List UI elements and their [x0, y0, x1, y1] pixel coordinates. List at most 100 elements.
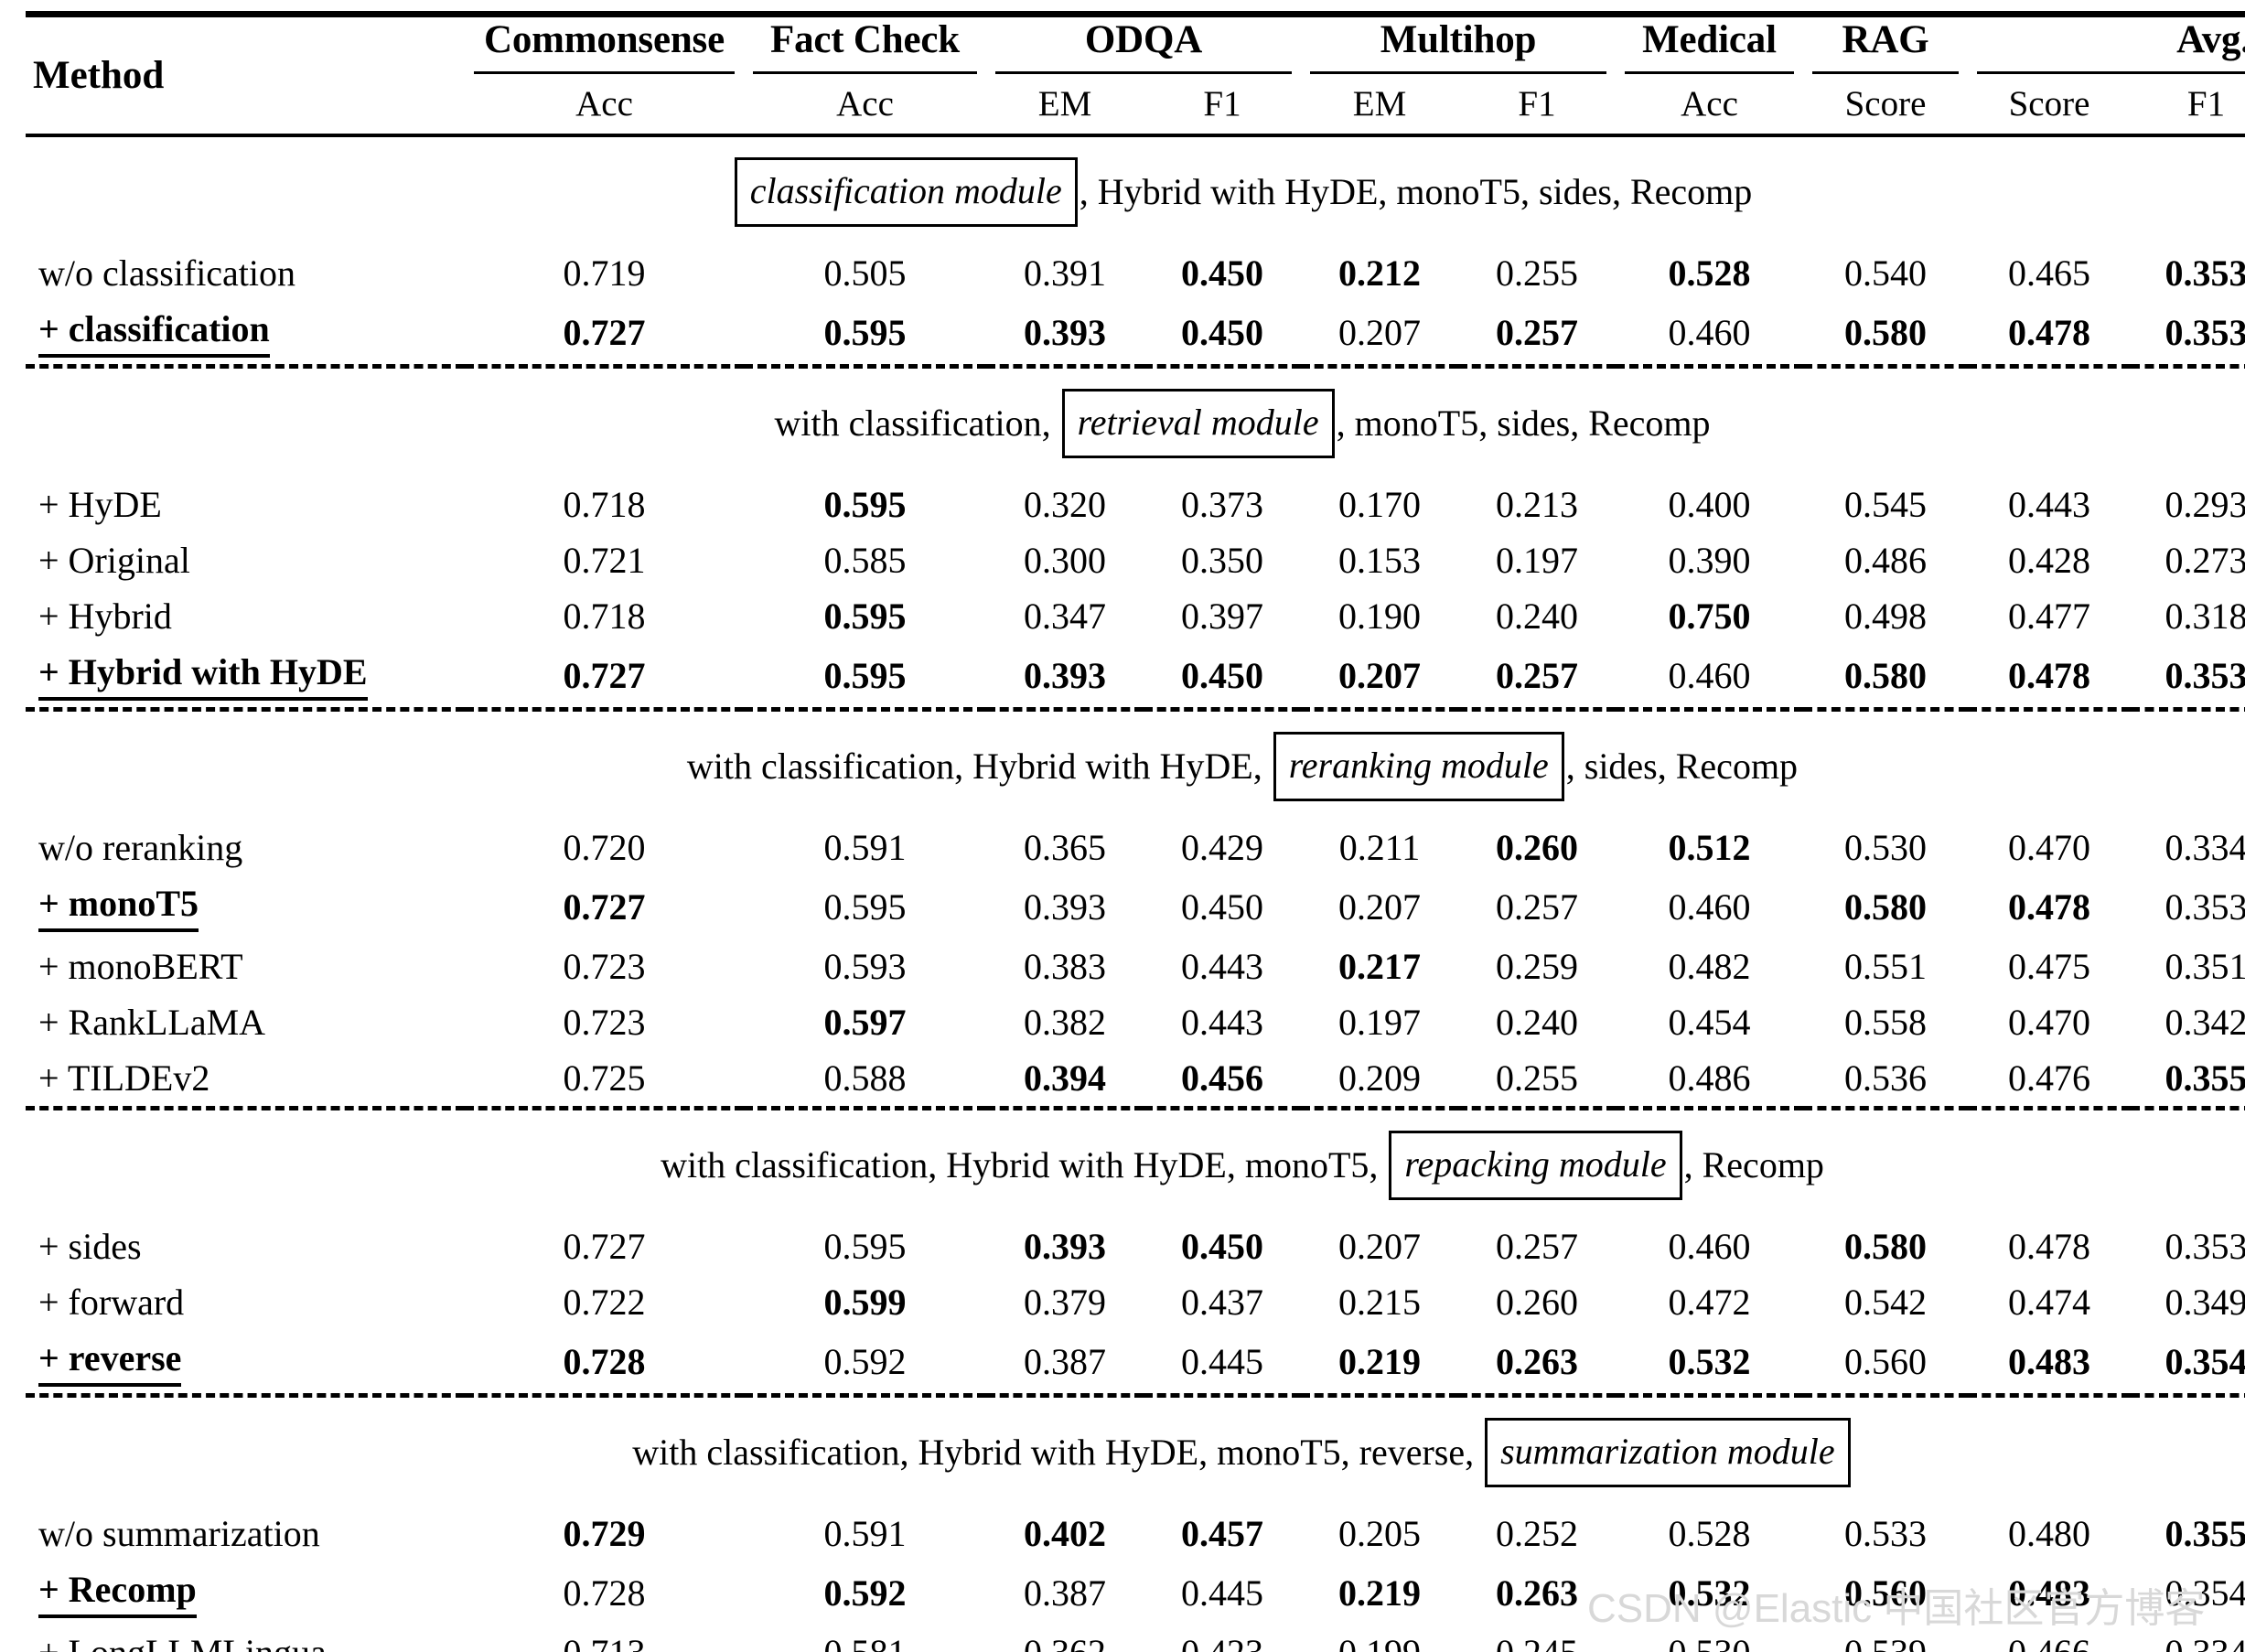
table-cell-value: 0.723: [563, 1002, 646, 1043]
row-method-label: w/o summarization: [26, 1506, 465, 1561]
table-cell-value: 0.723: [563, 946, 646, 987]
column-subheader-odqa-f1: F1: [1203, 84, 1241, 123]
table-cell-value: 0.347: [1024, 595, 1106, 637]
table-cell-value: 0.257: [1496, 1226, 1578, 1267]
table-cell-value: 0.581: [744, 1625, 986, 1652]
paper-table-page: Method Commonsense Fact Check ODQA Multihop M…: [0, 0, 2245, 1652]
table-cell-value: 0.437: [1181, 1282, 1263, 1323]
row-method-label: + RankLLaMA: [26, 994, 465, 1050]
table-cell-value: 0.211: [1338, 827, 1421, 868]
row-method-label: + reverse: [26, 1330, 465, 1396]
module-name-box: repacking module: [1389, 1131, 1682, 1200]
section-caption-row-1: classification module, Hybrid with HyDE,…: [26, 137, 2245, 245]
section-caption: with classification, retrieval module, m…: [26, 369, 2245, 477]
table-cell-value: 0.450: [1181, 655, 1263, 696]
table-cell-value: 0.460: [1668, 1226, 1751, 1267]
table-cell-value: 0.263: [1496, 1572, 1578, 1614]
table-cell-value: 0.383: [1024, 946, 1106, 987]
group-header-underline: [1812, 70, 1959, 74]
table-cell-value: 0.219: [1338, 1341, 1421, 1382]
table-cell-value: 0.393: [1024, 886, 1106, 928]
table-cell-value: 0.207: [1338, 886, 1421, 928]
table-row: + TILDEv2 0.725 0.588 0.394 0.456 0.209 0.255 0…: [26, 1050, 2245, 1109]
table-cell-value: 0.460: [1668, 886, 1751, 928]
table-cell-value: 0.474: [2008, 1282, 2090, 1323]
table-row: + RankLLaMA 0.723 0.597 0.382 0.443 0.197 0.24…: [26, 994, 2245, 1050]
table-cell-value: 0.320: [1024, 484, 1106, 525]
column-subheader-medical-acc: Acc: [1681, 84, 1738, 123]
table-cell-value: 0.475: [2008, 946, 2090, 987]
table-cell-value: 0.476: [2008, 1057, 2090, 1099]
table-row: + Original 0.721 0.585 0.300 0.350 0.153 0.197…: [26, 532, 2245, 588]
table-row: + LongLLMLingua 0.7130.5810.3620.4230.199…: [26, 1625, 2245, 1652]
table-cell-value: 0.387: [1024, 1341, 1106, 1382]
table-cell-value: 0.390: [1668, 540, 1751, 581]
table-cell-value: 0.727: [563, 312, 646, 353]
row-method-label: + Recomp: [26, 1561, 465, 1625]
row-method-label: w/o classification: [26, 245, 465, 301]
table-cell-value: 0.592: [823, 1572, 907, 1614]
method-text: w/o reranking: [38, 827, 243, 868]
table-cell-value: 0.190: [1338, 595, 1421, 637]
table-cell-value: 0.713: [465, 1625, 744, 1652]
table-cell-value: 0.599: [823, 1282, 907, 1323]
table-cell-value: 0.215: [1338, 1282, 1421, 1323]
table-cell-value: 0.207: [1338, 1226, 1421, 1267]
group-header-label: Avg.: [2176, 18, 2245, 61]
table-cell-value: 0.219: [1338, 1572, 1421, 1614]
row-method-label: + Hybrid with HyDE: [26, 644, 465, 710]
table-cell-value: 0.558: [1844, 1002, 1927, 1043]
table-cell-value: 0.445: [1181, 1341, 1263, 1382]
section-caption-prefix: with classification, Hybrid with HyDE, m…: [661, 1144, 1388, 1185]
section-caption: with classification, Hybrid with HyDE, m…: [26, 1398, 2245, 1506]
table-cell-value: 0.457: [1181, 1513, 1263, 1554]
table-cell-value: 0.199: [1301, 1625, 1458, 1652]
module-name-box: summarization module: [1485, 1418, 1851, 1487]
table-cell-value: 0.353: [2164, 312, 2245, 353]
table-cell-value: 0.729: [563, 1513, 646, 1554]
table-cell-value: 0.353: [2164, 252, 2245, 294]
table-row: + monoT5 0.727 0.595 0.393 0.450 0.207 0.257 0.…: [26, 875, 2245, 939]
table-cell-value: 0.365: [1024, 827, 1106, 868]
table-cell-value: 0.483: [2008, 1572, 2090, 1614]
group-header-label: Medical: [1642, 18, 1777, 61]
table-cell-value: 0.580: [1844, 312, 1927, 353]
table-cell-value: 0.498: [1844, 595, 1927, 637]
table-cell-value: 0.428: [2008, 540, 2090, 581]
table-cell-value: 0.728: [563, 1341, 646, 1382]
table-cell-value: 0.423: [1144, 1625, 1301, 1652]
table-cell-value: 0.595: [823, 595, 907, 637]
table-cell-value: 0.585: [823, 540, 907, 581]
section-caption-suffix: , Hybrid with HyDE, monoT5, sides, Recom…: [1079, 171, 1753, 212]
table-cell-value: 0.530: [1844, 827, 1927, 868]
table-cell-value: 0.263: [1496, 1341, 1578, 1382]
table-cell-value: 0.205: [1338, 1513, 1421, 1554]
group-header-underline: [995, 70, 1292, 74]
table-cell-value: 0.255: [1496, 252, 1578, 294]
table-cell-value: 0.379: [1024, 1282, 1106, 1323]
table-cell-value: 0.450: [1181, 1226, 1263, 1267]
section-caption: with classification, Hybrid with HyDE, r…: [26, 712, 2245, 820]
method-text: + reverse: [38, 1336, 182, 1387]
table-cell-value: 0.252: [1496, 1513, 1578, 1554]
row-method-label: + forward: [26, 1274, 465, 1330]
method-text: + RankLLaMA: [38, 1002, 266, 1043]
column-group-header-fact-check: Fact Check: [744, 17, 986, 80]
table-cell-value: 0.486: [1668, 1057, 1751, 1099]
table-cell-value: 0.540: [1844, 252, 1927, 294]
column-subheader-commonsense-acc: Acc: [575, 84, 633, 123]
ablation-results-table: Method Commonsense Fact Check ODQA Multihop M…: [26, 11, 2245, 1652]
table-cell-value: 0.530: [1616, 1625, 1803, 1652]
column-subheader-avg-score: Score: [2008, 84, 2090, 123]
method-text: + Hybrid: [38, 595, 172, 637]
table-cell-value: 0.478: [2008, 312, 2090, 353]
table-cell-value: 0.445: [1181, 1572, 1263, 1614]
row-method-label: + HyDE: [26, 477, 465, 532]
row-method-label: + Hybrid: [26, 588, 465, 644]
table-row: + Recomp 0.728 0.592 0.387 0.445 0.219 0.263 0.…: [26, 1561, 2245, 1625]
method-text: + LongLLMLingua: [38, 1632, 327, 1652]
table-cell-value: 0.212: [1338, 252, 1421, 294]
table-cell-value: 0.560: [1844, 1341, 1927, 1382]
table-cell-value: 0.591: [823, 1513, 907, 1554]
table-cell-value: 0.391: [1024, 252, 1106, 294]
